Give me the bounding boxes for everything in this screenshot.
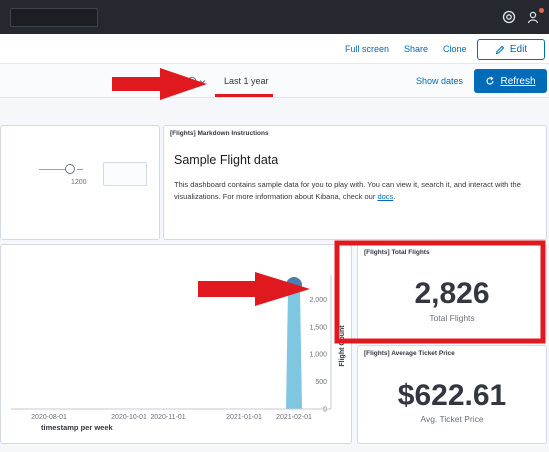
clone-button[interactable]: Clone (443, 44, 467, 54)
x-tick-label: 2020-11-01 (150, 414, 185, 421)
dashboard-canvas: 1200 [Flights] Markdown Instructions Sam… (0, 98, 549, 452)
global-header (0, 0, 549, 34)
full-screen-button[interactable]: Full screen (345, 44, 389, 54)
markdown-text: This dashboard contains sample data for … (174, 180, 521, 201)
total-flights-value: 2,826 (414, 277, 490, 310)
panel-title: [Flights] Average Ticket Price (364, 350, 455, 357)
share-button[interactable]: Share (404, 44, 428, 54)
notification-dot (539, 8, 544, 13)
y-tick-label: 500 (315, 379, 327, 386)
refresh-button-label: Refresh (500, 75, 536, 87)
show-dates-button[interactable]: Show dates (416, 76, 463, 86)
help-icon[interactable] (502, 10, 516, 24)
edit-button-label: Edit (509, 44, 528, 55)
calendar-icon (187, 76, 197, 86)
y-tick-label: 1,000 (309, 352, 327, 359)
y-axis-label: Flight Count (339, 325, 346, 367)
quick-menu-button[interactable] (187, 73, 211, 89)
controls-panel: 1200 (0, 125, 160, 240)
slider-handle[interactable] (65, 164, 75, 174)
docs-link[interactable]: docs (377, 192, 393, 201)
flight-count-chart-panel: 0 500 1,000 1,500 2,000 Flight Count 2020-08-0… (0, 244, 352, 444)
y-tick-label: 1,500 (309, 324, 327, 331)
x-tick-label: 2020-08-01 (31, 414, 67, 421)
global-search-input[interactable] (10, 8, 98, 27)
refresh-icon (486, 76, 495, 85)
slider-tick (77, 169, 83, 170)
panel-title: [Flights] Total Flights (364, 249, 430, 256)
x-tick-label: 2020-10-01 (111, 414, 147, 421)
x-tick-label: 2021-01-01 (226, 414, 262, 421)
area-series (286, 284, 302, 409)
avg-ticket-price-value: $622.61 (397, 379, 507, 412)
markdown-suffix: . (393, 192, 396, 201)
dashboard-actions-bar: Full screen Share Clone Edit (0, 34, 549, 64)
slider-value-input[interactable] (103, 162, 147, 186)
edit-button[interactable]: Edit (477, 39, 545, 60)
markdown-panel: [Flights] Markdown Instructions Sample F… (163, 125, 547, 240)
y-tick-label: 2,000 (309, 297, 327, 304)
flight-count-chart: 0 500 1,000 1,500 2,000 Flight Count 2020-08-0… (11, 275, 346, 432)
panel-title: [Flights] Markdown Instructions (170, 130, 269, 137)
refresh-button[interactable]: Refresh (474, 69, 547, 93)
x-tick-label: 2021-02-01 (276, 414, 312, 421)
total-flights-panel: [Flights] Total Flights 2,826 Total Flig… (357, 244, 547, 340)
markdown-body: This dashboard contains sample data for … (174, 179, 524, 203)
peak-point (286, 277, 302, 293)
x-axis-label: timestamp per week (41, 423, 114, 432)
avg-ticket-price-caption: Avg. Ticket Price (420, 414, 484, 424)
slider-max-label: 1200 (71, 179, 87, 186)
markdown-heading: Sample Flight data (174, 153, 279, 167)
time-range-label[interactable]: Last 1 year (224, 76, 269, 86)
query-bar: Last 1 year Show dates Refresh (0, 64, 549, 98)
pencil-icon (495, 45, 505, 54)
y-tick-label: 0 (323, 407, 327, 414)
total-flights-caption: Total Flights (429, 313, 475, 323)
avg-ticket-price-panel: [Flights] Average Ticket Price $622.61 A… (357, 345, 547, 444)
chevron-down-icon (199, 79, 206, 84)
